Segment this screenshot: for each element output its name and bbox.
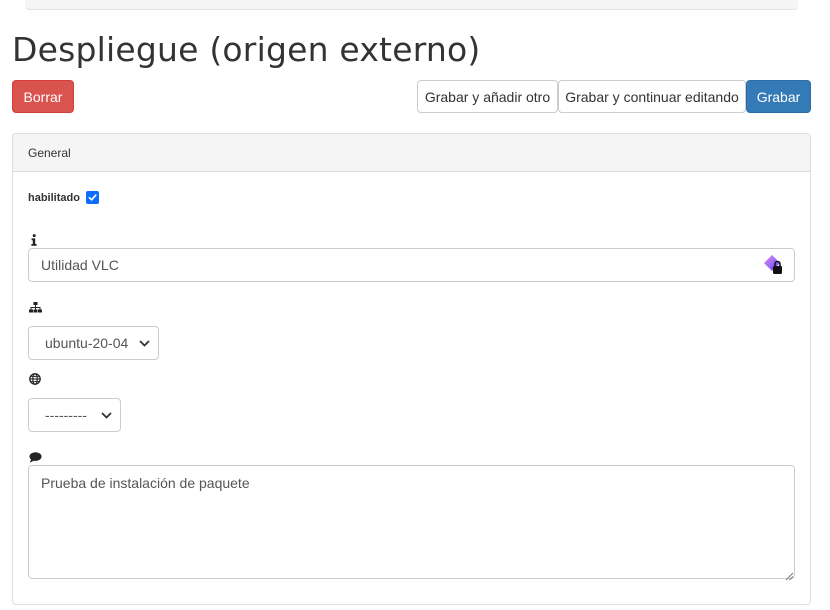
sitemap-icon: [28, 300, 42, 314]
save-button[interactable]: Grabar: [746, 80, 811, 113]
top-breadcrumb-bar: [25, 0, 798, 10]
general-panel: General habilitado Utilidad VLC ubuntu-2…: [12, 133, 811, 605]
project-select[interactable]: ubuntu-20-04: [28, 326, 159, 360]
domain-select[interactable]: ---------: [28, 398, 121, 432]
info-icon: [27, 233, 41, 247]
panel-heading: General: [13, 134, 810, 172]
comment-textarea[interactable]: Prueba de instalación de paquete: [28, 465, 795, 579]
delete-button[interactable]: Borrar: [12, 80, 74, 113]
password-manager-icon[interactable]: [761, 253, 785, 277]
name-input[interactable]: [28, 248, 795, 282]
enabled-row: habilitado: [28, 191, 99, 204]
enabled-checkbox[interactable]: [85, 191, 99, 204]
project-select-value: ubuntu-20-04: [45, 335, 129, 351]
save-and-add-another-button[interactable]: Grabar y añadir otro: [417, 80, 558, 113]
resize-grip-icon[interactable]: [784, 568, 794, 581]
globe-icon: [28, 372, 42, 386]
chevron-down-icon: [101, 411, 112, 419]
checkmark-icon: [88, 194, 97, 201]
chevron-down-icon: [139, 339, 150, 347]
page-title: Despliegue (origen externo): [12, 30, 481, 69]
comment-icon: [28, 450, 42, 464]
save-and-continue-button[interactable]: Grabar y continuar editando: [558, 80, 746, 113]
enabled-label: habilitado: [28, 191, 80, 204]
domain-select-value: ---------: [45, 407, 87, 423]
